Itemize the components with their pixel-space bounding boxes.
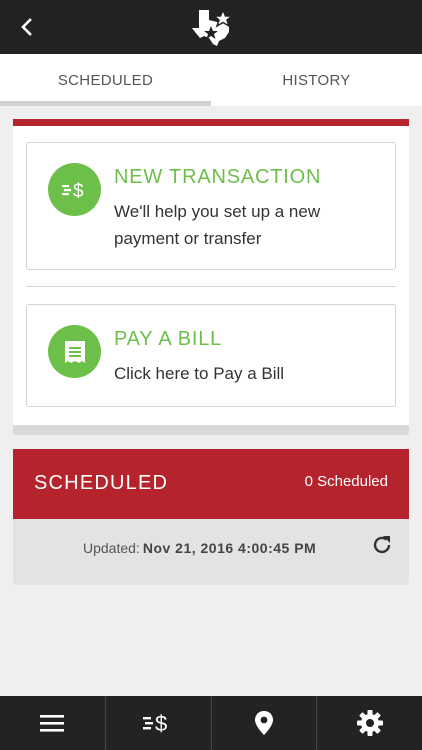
transfer-dollar-icon: $ [48,163,101,216]
bill-icon [48,325,101,378]
divider [26,286,396,287]
nav-menu[interactable] [0,696,106,750]
pay-bill-button[interactable]: PAY A BILL Click here to Pay a Bill [26,304,396,407]
nav-settings[interactable] [317,696,422,750]
scheduled-title: SCHEDULED [34,472,169,494]
tab-scheduled[interactable]: SCHEDULED [0,54,211,106]
back-button[interactable] [12,12,42,42]
updated-timestamp: Updated: Nov 21, 2016 4:00:45 PM [83,540,316,556]
refresh-icon [373,536,391,554]
updated-date: Nov 21, 2016 4:00:45 PM [142,540,317,556]
nav-locations[interactable] [212,696,318,750]
svg-text:$: $ [73,181,84,202]
menu-icon [40,715,65,732]
pay-bill-title: PAY A BILL [114,328,223,350]
scheduled-banner: SCHEDULED 0 Scheduled [13,449,409,519]
tab-bar: SCHEDULED HISTORY [0,54,422,106]
actions-card: $ NEW TRANSACTION We'll help you set up … [13,119,409,435]
tab-history[interactable]: HISTORY [211,54,422,106]
new-transaction-button[interactable]: $ NEW TRANSACTION We'll help you set up … [26,142,396,270]
svg-text:$: $ [155,711,167,736]
scheduled-count: 0 Scheduled [304,473,388,490]
texas-star-logo [189,8,235,48]
scheduled-status-panel: Updated: Nov 21, 2016 4:00:45 PM [13,519,409,585]
app-header [0,0,422,54]
nav-transfers[interactable]: $ [106,696,212,750]
new-transaction-title: NEW TRANSACTION [114,166,322,188]
settings-gear-icon [356,710,383,736]
pay-bill-description: Click here to Pay a Bill [114,364,285,383]
transfer-dollar-icon: $ [143,711,167,736]
bottom-nav: $ [0,696,422,750]
location-pin-icon [254,711,273,735]
new-transaction-description: We'll help you set up a new payment or t… [114,202,321,248]
updated-label: Updated: [83,540,140,556]
refresh-button[interactable] [369,532,395,558]
chevron-left-icon [21,18,32,36]
